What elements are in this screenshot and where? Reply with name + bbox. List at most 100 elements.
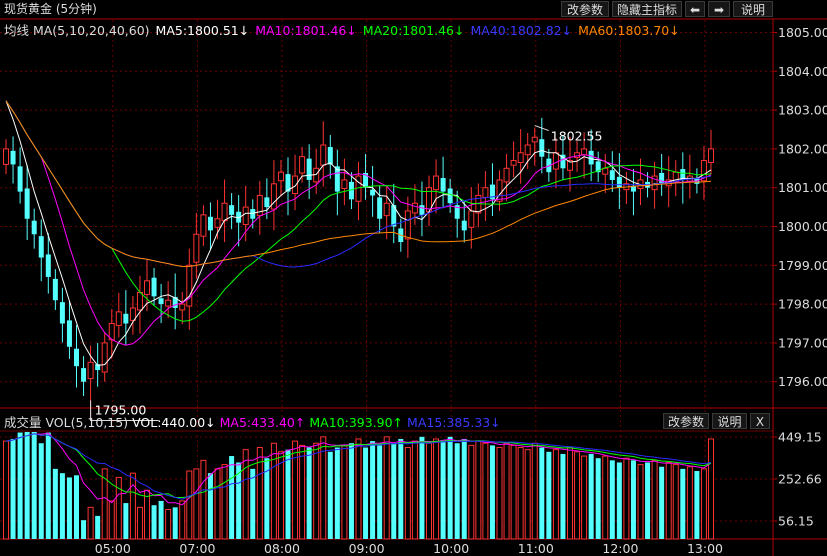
volume-help-button[interactable]: 说明 [712,413,747,429]
candle-body [81,368,87,382]
volume-bar [348,443,354,539]
candle-body [10,150,16,165]
volume-tick-label: 252.66 [778,471,822,486]
candle-body [299,156,306,174]
time-tick-label: 10:00 [433,541,469,556]
volume-bar [242,449,249,540]
volume-bar [256,447,263,540]
volume-bar [700,468,707,540]
volume-bar [59,473,65,539]
close-icon[interactable]: X [750,413,770,429]
volume-bar [440,441,446,539]
volume-bar [665,461,672,540]
volume-bar [680,468,686,539]
candle-body [708,148,714,163]
candle-body [207,216,213,231]
candle-body [503,167,510,183]
volume-bar [299,444,306,540]
volume-bar [250,468,256,539]
candle-body [496,179,503,202]
volume-bar [552,449,559,540]
vol-ma15-value: MA15:385.33↓ [407,415,501,430]
volume-bar [52,468,58,539]
volume-bar [419,436,425,539]
candle-body [24,188,30,219]
volume-bar [659,466,665,539]
volume-bar [108,500,115,540]
price-tick-label: 1802.00 [778,141,827,156]
help-button[interactable]: 说明 [733,1,773,17]
candle-body [341,179,348,189]
volume-bar [588,453,594,539]
ma60-value: MA60:1803.70↓ [578,23,680,38]
candle-body [327,146,333,165]
vol-value: VOL:440.00↓ [132,415,216,430]
volume-bar [123,503,129,539]
volume-bar [229,456,235,539]
volume-bar [151,505,157,539]
volume-bar [221,464,228,540]
candle-body [468,210,475,228]
volume-bar [165,508,172,540]
candle-body [123,313,129,324]
candle-body [510,160,517,166]
candle-body [200,214,207,237]
candle-body [270,183,277,210]
ma10-line [5,100,712,346]
volume-bar [313,442,320,540]
time-tick-label: 08:00 [264,541,300,556]
candle-body [419,205,425,215]
arrow-right-icon[interactable]: ➡ [708,1,730,17]
volume-bar [363,447,369,539]
volume-bar [45,432,51,539]
candle-body [59,302,65,324]
price-tick-label: 1804.00 [778,64,827,79]
volume-bar [686,466,693,540]
candle-body [552,152,559,170]
volume-bar [404,447,411,540]
time-tick-label: 11:00 [518,541,554,556]
volume-bar [129,472,136,540]
arrow-left-icon[interactable]: ⬅ [685,1,705,17]
candle-body [165,299,172,307]
vol-ma10-value: MA10:393.90↑ [309,415,404,430]
candle-body [264,197,270,208]
volume-bar [292,440,299,540]
volume-bar [524,449,531,540]
volume-bar [277,451,284,540]
volume-bar [327,451,333,539]
ma-params-label: 均线 MA(5,10,20,40,60) [4,23,150,38]
volume-change-params-button[interactable]: 改参数 [663,413,709,429]
hide-main-indicator-button[interactable]: 隐藏主指标 [612,1,682,17]
candle-body [588,150,594,165]
candle-body [277,171,284,182]
volume-bar [136,506,143,540]
price-tick-label: 1800.00 [778,219,827,234]
volume-bar [3,440,9,540]
volume-tick-label: 56.15 [778,514,814,529]
chart-canvas: 1796.00 1797.00 1798.00 1799.00 1800.00 1801.… [0,18,827,556]
candle-body [66,320,72,347]
volume-bar [377,445,383,539]
volume-bar [193,468,200,540]
candle-body [52,278,58,301]
volume-tick-label: 449.15 [778,430,822,445]
candle-body [136,291,143,311]
candle-body [440,178,446,192]
price-tick-label: 1798.00 [778,297,827,312]
candle-body [377,197,383,219]
candle-body [158,298,164,305]
price-tick-label: 1805.00 [778,25,827,40]
volume-bar [74,475,79,539]
volume-bar [708,438,714,540]
volume-bar [38,443,44,539]
volume-bar [461,438,467,539]
candle-body [659,172,665,184]
volume-bar [546,451,552,539]
volume-bar [355,438,362,540]
candle-body [383,202,390,217]
candle-body [411,202,418,214]
time-tick-label: 09:00 [349,541,385,556]
change-params-button[interactable]: 改参数 [561,1,609,17]
volume-bar [581,455,588,540]
